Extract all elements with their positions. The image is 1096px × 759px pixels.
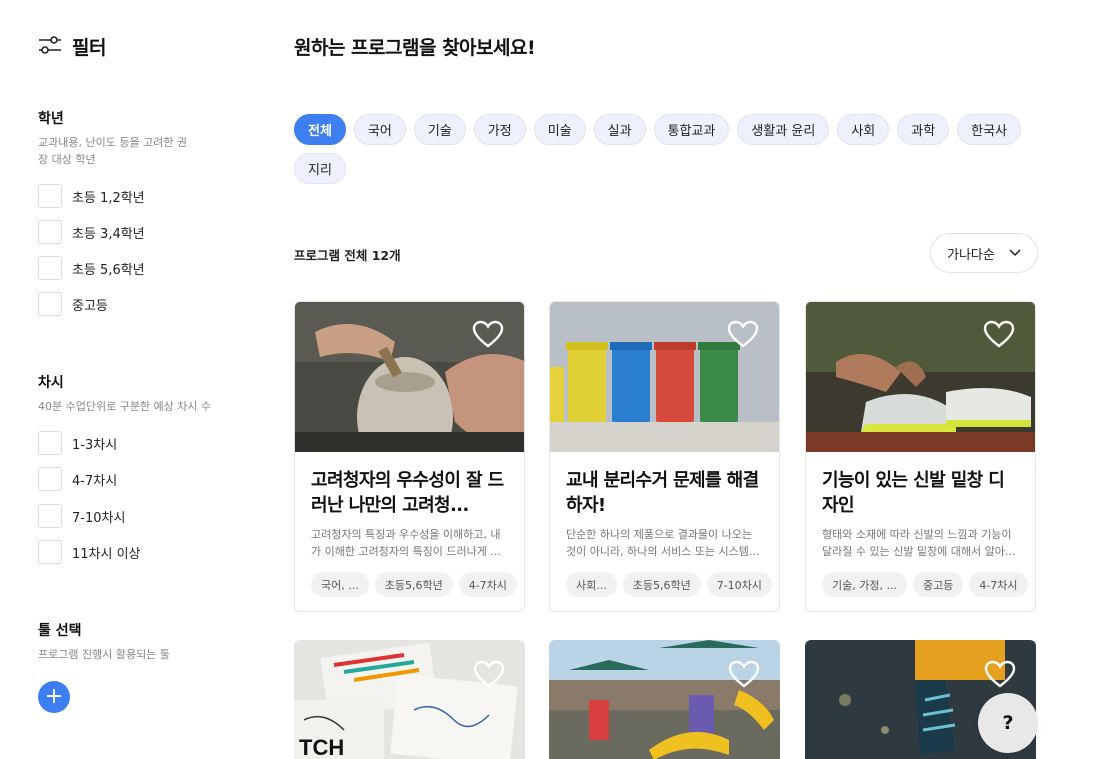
- checkbox[interactable]: [38, 504, 62, 528]
- chip-ethics[interactable]: 생활과 윤리: [737, 114, 830, 145]
- card-image-recycling-bins: [550, 302, 779, 452]
- checkbox[interactable]: [38, 256, 62, 280]
- grade-tag: 초등5,6학년: [374, 572, 453, 597]
- card-description: 단순한 하나의 제품으로 결과물이 나오는 것이 아니라, 하나의 서비스 또는…: [566, 528, 760, 558]
- period-tag: 4-7차시: [969, 572, 1028, 597]
- option-label: 중고등: [72, 298, 108, 314]
- sliders-icon: [38, 35, 62, 58]
- grade-tag: 중고등: [912, 572, 964, 597]
- program-card[interactable]: 기능이 있는 신발 밑창 디자인 형태와 소재에 따라 신발의 느낌과 기능이 …: [805, 301, 1036, 612]
- chip-integrated[interactable]: 통합교과: [653, 114, 730, 145]
- program-card-image-drawings[interactable]: TCH: [294, 640, 525, 759]
- chevron-down-icon: [1009, 246, 1021, 261]
- chip-home-economics[interactable]: 가정: [473, 114, 526, 145]
- category-chips: 전체 국어 기술 가정 미술 실과 통합교과 생활과 윤리 사회 과학 한국사 …: [294, 114, 1038, 184]
- chip-art[interactable]: 미술: [533, 114, 586, 145]
- chip-technology[interactable]: 기술: [413, 114, 466, 145]
- option-label: 1-3차시: [72, 437, 118, 453]
- card-description: 고려청자의 특징과 우수성을 이해하고, 내가 이해한 고려청자의 특징이 드러…: [311, 528, 501, 558]
- period-option[interactable]: 7-10차시: [38, 504, 125, 528]
- grade-option[interactable]: 초등 5,6학년: [38, 256, 145, 280]
- period-option[interactable]: 4-7차시: [38, 467, 117, 491]
- help-button[interactable]: ?: [978, 693, 1038, 753]
- period-tag: 7-10차시: [706, 572, 772, 597]
- grade-title: 학년: [38, 111, 64, 127]
- tool-section: 툴 선택 프로그램 진행시 활용되는 툴: [38, 620, 258, 663]
- checkbox[interactable]: [38, 184, 62, 208]
- checkbox[interactable]: [38, 431, 62, 455]
- card-image-celadon: [295, 302, 524, 452]
- chip-korean-history[interactable]: 한국사: [957, 114, 1022, 145]
- chip-all[interactable]: 전체: [294, 114, 346, 145]
- subject-tag: 기술, 가정, ...: [822, 572, 907, 597]
- grade-option[interactable]: 중고등: [38, 292, 108, 316]
- option-label: 초등 3,4학년: [72, 226, 145, 242]
- subject-tag: 국어, ...: [311, 572, 369, 597]
- grade-desc: 교과내용, 난이도 등을 고려한 권장 대상 학년: [38, 136, 188, 166]
- program-count: 프로그램 전체 12개: [294, 248, 401, 263]
- sort-label: 가나다순: [947, 247, 995, 263]
- heart-icon[interactable]: [727, 320, 759, 348]
- heart-icon[interactable]: [472, 320, 504, 348]
- checkbox[interactable]: [38, 540, 62, 564]
- grade-option[interactable]: 초등 1,2학년: [38, 184, 145, 208]
- chip-science[interactable]: 과학: [897, 114, 950, 145]
- checkbox[interactable]: [38, 220, 62, 244]
- card-image-sneakers: [806, 302, 1035, 452]
- card-title: 고려청자의 우수성이 잘 드러난 나만의 고려청...: [311, 470, 504, 516]
- tool-title: 툴 선택: [38, 623, 82, 639]
- grade-option[interactable]: 초등 3,4학년: [38, 220, 145, 244]
- program-card[interactable]: 고려청자의 우수성이 잘 드러난 나만의 고려청... 고려청자의 특징과 우수…: [294, 301, 525, 612]
- period-section: 차시 40분 수업단위로 구분한 예상 차시 수: [38, 372, 258, 415]
- program-card[interactable]: 교내 분리수거 문제를 해결하자! 단순한 하나의 제품으로 결과물이 나오는 …: [549, 301, 780, 612]
- filter-header: 필터: [38, 33, 106, 60]
- filter-title: 필터: [72, 37, 106, 59]
- option-label: 7-10차시: [72, 510, 126, 526]
- option-label: 초등 1,2학년: [72, 190, 145, 206]
- period-title: 차시: [38, 375, 64, 391]
- option-label: 초등 5,6학년: [72, 262, 145, 278]
- chip-geography[interactable]: 지리: [294, 153, 346, 184]
- tool-desc: 프로그램 진행시 활용되는 툴: [38, 648, 170, 661]
- svg-text:TCH: TCH: [299, 735, 344, 759]
- chip-practical-arts[interactable]: 실과: [593, 114, 646, 145]
- chip-society[interactable]: 사회: [837, 114, 890, 145]
- period-option[interactable]: 1-3차시: [38, 431, 117, 455]
- grade-section: 학년 교과내용, 난이도 등을 고려한 권장 대상 학년: [38, 108, 258, 168]
- program-card-image-playground[interactable]: [549, 640, 780, 759]
- period-desc: 40분 수업단위로 구분한 예상 차시 수: [38, 400, 212, 413]
- card-description: 형태와 소재에 따라 신발의 느낌과 기능이 달라질 수 있는 신발 밑창에 대…: [822, 528, 1016, 558]
- heart-icon[interactable]: [984, 660, 1016, 688]
- card-title: 기능이 있는 신발 밑창 디자인: [822, 470, 1005, 516]
- checkbox[interactable]: [38, 292, 62, 316]
- subject-tag: 사회...: [566, 572, 617, 597]
- option-label: 11차시 이상: [72, 546, 141, 562]
- option-label: 4-7차시: [72, 473, 118, 489]
- period-tag: 4-7차시: [458, 572, 517, 597]
- period-option[interactable]: 11차시 이상: [38, 540, 141, 564]
- heart-icon[interactable]: [728, 660, 760, 688]
- chip-korean[interactable]: 국어: [353, 114, 406, 145]
- grade-tag: 초등5,6학년: [622, 572, 701, 597]
- page-title: 원하는 프로그램을 찾아보세요!: [294, 37, 536, 59]
- heart-icon[interactable]: [473, 660, 505, 688]
- card-title: 교내 분리수거 문제를 해결하자!: [566, 470, 759, 516]
- sort-dropdown[interactable]: 가나다순: [930, 233, 1038, 273]
- heart-icon[interactable]: [983, 320, 1015, 348]
- add-tool-button[interactable]: +: [38, 681, 70, 713]
- checkbox[interactable]: [38, 467, 62, 491]
